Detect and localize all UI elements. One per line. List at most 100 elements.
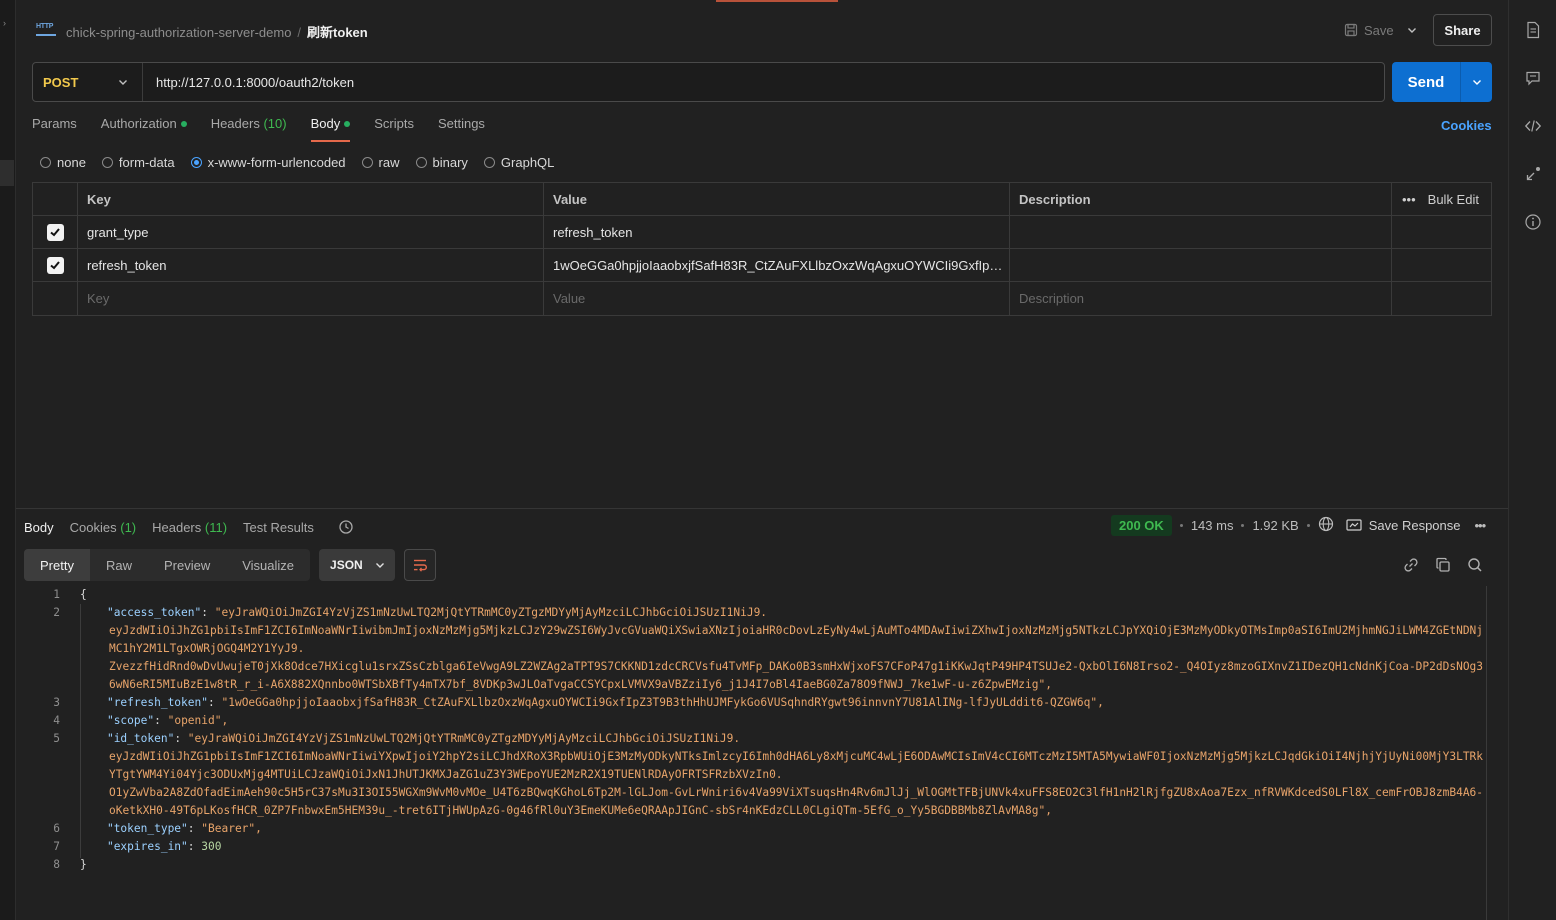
request-name[interactable]: 刷新token <box>307 25 368 40</box>
tab-params[interactable]: Params <box>32 116 77 142</box>
chevron-down-icon <box>118 75 128 90</box>
tab-count: (10) <box>263 116 287 131</box>
tab-settings[interactable]: Settings <box>438 116 485 142</box>
row-value[interactable]: refresh_token <box>544 216 1010 248</box>
tab-label: Headers <box>152 519 202 535</box>
table-row: refresh_token 1wOeGGa0hpjjoIaaobxjfSafH8… <box>33 249 1491 282</box>
row-checkbox[interactable] <box>46 256 64 274</box>
chevron-down-icon[interactable] <box>1407 20 1421 40</box>
meta-separator <box>1241 523 1245 527</box>
search-icon[interactable] <box>1466 556 1484 577</box>
status-dot <box>180 121 187 127</box>
comments-icon[interactable] <box>1523 68 1543 88</box>
json-string-continuation: eyJzdWIiOiJhZG1pbiIsImF1ZCI6ImNoaWNrIiwi… <box>109 750 1484 781</box>
documentation-icon[interactable] <box>1523 20 1543 40</box>
link-icon[interactable] <box>1402 556 1420 577</box>
response-tab-headers[interactable]: Headers (11) <box>152 520 227 535</box>
tab-authorization[interactable]: Authorization <box>101 116 187 142</box>
send-button[interactable]: Send <box>1392 62 1492 102</box>
radio-circle <box>190 156 202 168</box>
row-key[interactable]: grant_type <box>78 216 544 248</box>
new-description-input[interactable]: Description <box>1010 282 1392 315</box>
tab-scripts[interactable]: Scripts <box>374 116 414 142</box>
view-visualize[interactable]: Visualize <box>226 549 310 581</box>
radio-label: form-data <box>118 154 175 170</box>
row-description[interactable] <box>1010 216 1392 248</box>
globe-icon[interactable] <box>1318 516 1334 535</box>
table-row-empty: Key Value Description <box>33 282 1491 315</box>
bulk-edit-button[interactable]: ••• Bulk Edit <box>1402 192 1479 207</box>
panel-divider[interactable] <box>16 508 1508 509</box>
row-key-text: grant_type <box>87 224 149 240</box>
header-key: Key <box>78 183 544 215</box>
sidebar-handle[interactable] <box>0 160 14 186</box>
share-button[interactable]: Share <box>1433 14 1492 46</box>
row-description[interactable] <box>1010 249 1392 281</box>
more-icon[interactable]: ••• <box>1475 518 1487 533</box>
response-tab-cookies[interactable]: Cookies (1) <box>70 520 136 535</box>
row-extra <box>1392 249 1491 281</box>
row-key[interactable]: refresh_token <box>78 249 544 281</box>
method-label: POST <box>43 74 79 90</box>
info-icon[interactable] <box>1523 212 1543 232</box>
view-preview[interactable]: Preview <box>148 549 226 581</box>
code-line: 1{ <box>24 586 1486 604</box>
view-pretty[interactable]: Pretty <box>24 549 90 581</box>
method-select[interactable]: POST <box>33 63 143 101</box>
header-value: Value <box>544 183 1010 215</box>
json-key: "id_token" <box>106 732 175 745</box>
response-tab-body[interactable]: Body <box>24 520 54 535</box>
save-button[interactable]: Save <box>1344 20 1394 40</box>
code-punctuation: : <box>208 696 222 709</box>
radio-raw[interactable]: raw <box>361 155 400 170</box>
response-time[interactable]: 143 ms <box>1191 518 1234 533</box>
request-tabs: Params Authorization Headers (10) Body S… <box>32 116 509 142</box>
view-raw[interactable]: Raw <box>90 549 148 581</box>
code-icon[interactable] <box>1523 116 1543 136</box>
history-icon[interactable] <box>338 519 354 535</box>
related-requests-icon[interactable] <box>1523 164 1543 184</box>
tab-label: Params <box>32 116 77 131</box>
response-tab-test-results[interactable]: Test Results <box>243 520 314 535</box>
new-value-input[interactable]: Value <box>544 282 1010 315</box>
line-content: } <box>60 856 1486 874</box>
tab-headers[interactable]: Headers (10) <box>211 116 287 142</box>
url-input[interactable] <box>143 63 1384 101</box>
code-punctuation: : <box>154 714 168 727</box>
status-badge[interactable]: 200 OK <box>1111 514 1172 536</box>
json-key: "scope" <box>106 714 155 727</box>
row-value[interactable]: 1wOeGGa0hpjjoIaaobxjfSafH83R_CtZAuFXLlbz… <box>544 249 1010 281</box>
radio-x-www-form-urlencoded[interactable]: x-www-form-urlencoded <box>190 154 346 170</box>
copy-icon[interactable] <box>1434 556 1452 577</box>
radio-graphql[interactable]: GraphQL <box>483 155 554 170</box>
radio-form-data[interactable]: form-data <box>101 154 175 170</box>
scrollbar[interactable] <box>1486 586 1487 920</box>
breadcrumb-collection[interactable]: chick-spring-authorization-server-demo <box>66 25 291 40</box>
row-checkbox[interactable] <box>46 223 64 241</box>
description-placeholder: Description <box>1019 291 1085 306</box>
right-sidebar <box>1508 0 1556 920</box>
line-number: 7 <box>53 840 60 853</box>
new-key-input[interactable]: Key <box>78 282 544 315</box>
response-meta: 200 OK 143 ms 1.92 KB Save Response ••• <box>1111 514 1487 536</box>
tab-body[interactable]: Body <box>310 116 351 142</box>
response-tools <box>1402 556 1484 577</box>
cookies-link[interactable]: Cookies <box>1441 118 1492 133</box>
radio-binary[interactable]: binary <box>415 155 468 170</box>
row-check-cell <box>33 216 78 248</box>
wrap-lines-button[interactable] <box>404 549 437 581</box>
chevron-right-icon[interactable]: › <box>3 18 6 28</box>
response-body-code[interactable]: 1{2 "access_token": "eyJraWQiOiJmZGI4YzV… <box>24 586 1486 920</box>
radio-none[interactable]: none <box>40 155 86 170</box>
send-label: Send <box>1407 73 1445 91</box>
chevron-down-icon[interactable] <box>1461 77 1492 87</box>
radio-label: x-www-form-urlencoded <box>207 154 346 170</box>
format-select[interactable]: JSON <box>319 549 396 581</box>
code-line: 2 "access_token": "eyJraWQiOiJmZGI4YzVjZ… <box>24 604 1486 694</box>
radio-circle <box>361 156 373 168</box>
response-size[interactable]: 1.92 KB <box>1252 518 1298 533</box>
save-response-button[interactable]: Save Response <box>1346 518 1461 533</box>
code-punctuation: : <box>201 606 215 619</box>
more-icon[interactable]: ••• <box>1402 192 1416 207</box>
